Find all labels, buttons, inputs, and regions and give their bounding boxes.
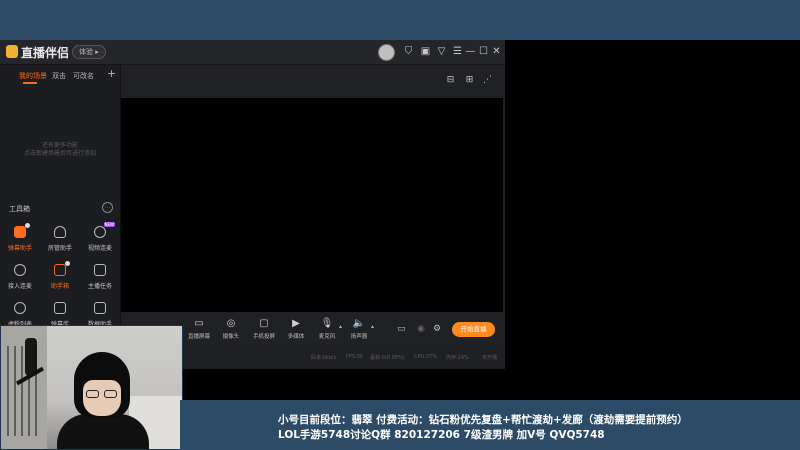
grid-icon[interactable]: ⊞ xyxy=(464,75,475,86)
tool-video-link[interactable]: NEW 视频连麦 xyxy=(80,222,120,252)
tool-danmaku[interactable]: 弹幕助手 xyxy=(0,223,40,252)
beta-badge[interactable]: 体验 ▸ xyxy=(72,45,106,59)
danmaku-icon xyxy=(14,223,30,238)
status-cpu: CPU:37% xyxy=(414,354,437,360)
menu-icon[interactable]: ☰ xyxy=(451,45,464,58)
tool-room-manager[interactable]: 房管助手 xyxy=(40,226,80,252)
info-line-1: 小号目前段位：翡翠 付费活动：钻石粉优先复盘+帮忙渡劫+发廊（渡劫需要提前预约） xyxy=(278,414,688,426)
info-line-2: LOL手游5748讨论Q群 820127206 7级渣男牌 加V号 QVQ574… xyxy=(278,429,605,441)
toolbox-more-icon[interactable]: ⋯ xyxy=(102,202,113,213)
app-title: 直播伴侣 xyxy=(21,46,70,60)
data-icon xyxy=(94,302,106,314)
tab-my-scenes[interactable]: 我的场景 xyxy=(19,71,47,81)
settings-gear-icon[interactable]: ⚙ xyxy=(433,324,441,334)
minimize-icon[interactable]: — xyxy=(464,45,477,58)
tv-icon xyxy=(54,302,66,314)
tab-underline xyxy=(23,82,37,84)
empty-hint-line2: 点击新建场景后可进行添加 xyxy=(23,150,96,157)
speaker-dropdown-icon[interactable]: ▴ xyxy=(371,323,374,330)
eye-icon[interactable]: ◉ xyxy=(417,324,425,334)
status-memory: 内存:24% xyxy=(446,355,469,361)
tool-host-task[interactable]: 主播任务 xyxy=(80,264,120,290)
status-fps: FPS:30 xyxy=(346,354,364,360)
close-icon[interactable]: ✕ xyxy=(490,45,503,58)
toolbox-icon xyxy=(54,261,70,276)
beta-badge-label: 体验 xyxy=(79,48,93,56)
shield-icon[interactable]: ⛉ xyxy=(402,45,415,58)
scene-sidebar: 我的场景 双击 可改名 + 还有更多功能 点击新建场景后可进行添加 工具箱 ⋯ … xyxy=(0,65,121,369)
title-bar: 直播伴侣 体验 ▸ ⛉ ▣ ▽ ☰ — ☐ ✕ xyxy=(0,40,505,65)
fans-icon xyxy=(14,302,26,314)
preview-canvas[interactable] xyxy=(121,98,503,312)
status-live-state: 未开播 xyxy=(482,355,498,361)
layout-icon[interactable]: ⊟ xyxy=(445,75,456,86)
gift-icon[interactable]: ▣ xyxy=(419,45,432,58)
streamer-face xyxy=(83,380,121,416)
filter-icon[interactable]: ▽ xyxy=(435,45,448,58)
tab-rename[interactable]: 可改名 xyxy=(73,71,94,81)
room-manager-icon xyxy=(54,226,66,238)
start-live-button[interactable]: 开始直播 xyxy=(452,322,495,337)
task-icon xyxy=(94,264,106,276)
stream-top-band xyxy=(0,0,800,40)
download-icon xyxy=(14,264,26,276)
glasses xyxy=(84,390,120,398)
maximize-icon[interactable]: ☐ xyxy=(477,45,490,58)
preview-toolbar: ⊟ ⊞ ⋰ xyxy=(121,65,505,98)
status-dropped-frames: 丢帧:0(0.00%) xyxy=(370,355,405,361)
stream-right-area xyxy=(505,40,800,400)
tool-helper-box[interactable]: 助手箱 xyxy=(40,261,80,290)
video-link-icon: NEW xyxy=(94,222,115,238)
webcam-overlay xyxy=(0,325,183,450)
tool-join-link[interactable]: 接入连麦 xyxy=(0,264,40,290)
record-icon[interactable]: ▭ xyxy=(397,324,406,334)
share-icon[interactable]: ⋰ xyxy=(482,75,493,86)
add-scene-button[interactable]: + xyxy=(107,67,116,80)
live-companion-window: 直播伴侣 体验 ▸ ⛉ ▣ ▽ ☰ — ☐ ✕ 我的场景 双击 可改名 + 还有… xyxy=(0,40,505,369)
status-bitrate: 码率:0kb/s xyxy=(311,355,337,361)
stream-info-band: 小号目前段位：翡翠 付费活动：钻石粉优先复盘+帮忙渡劫+发廊（渡劫需要提前预约）… xyxy=(180,400,800,450)
streamer-body xyxy=(57,414,149,449)
main-panel: ⊟ ⊞ ⋰ ▭ 直播屏幕 ◎ 摄像头 ▢ 手机投屏 ▶ 多媒体 🎙 麦克风 ▴ … xyxy=(121,65,505,369)
toolbox-title: 工具箱 xyxy=(9,205,30,213)
app-logo-icon xyxy=(6,45,18,58)
avatar[interactable] xyxy=(378,44,395,61)
tab-double-click[interactable]: 双击 xyxy=(52,71,66,81)
